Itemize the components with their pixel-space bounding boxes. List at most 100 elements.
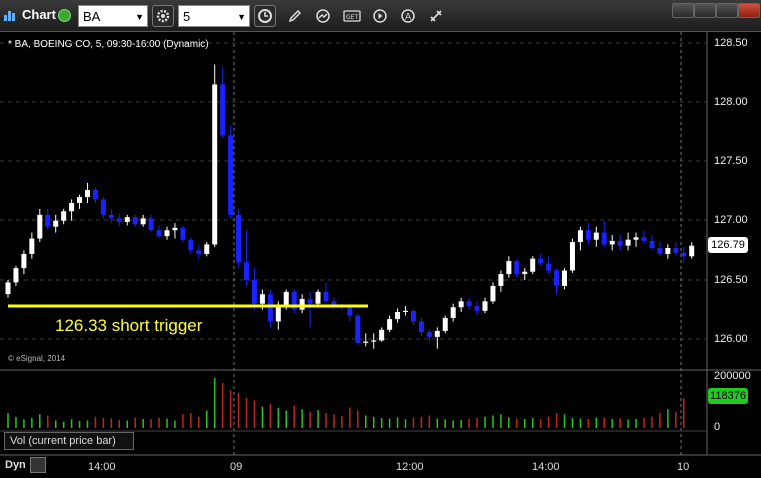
volume-tick-label: 200000: [714, 370, 751, 382]
clock-icon: [258, 9, 272, 23]
candle-body: [562, 270, 567, 286]
candle-body: [315, 291, 321, 304]
time-tick-label: 09: [230, 461, 243, 473]
candle-body: [538, 258, 544, 264]
candle-body: [196, 250, 202, 254]
copyright-label: © eSignal, 2014: [8, 354, 66, 363]
lock-icon[interactable]: [30, 457, 46, 473]
link-button[interactable]: [425, 5, 447, 27]
candle-body: [403, 310, 408, 312]
candle-body: [29, 238, 35, 254]
candle-body: [410, 310, 416, 322]
time-template-button[interactable]: [254, 5, 276, 27]
trigger-annotation: 126.33 short trigger: [55, 316, 203, 335]
chevron-down-icon[interactable]: ▼: [237, 12, 246, 22]
candle-body: [569, 242, 575, 271]
candle-body: [665, 248, 671, 254]
candle-body: [323, 291, 329, 302]
svg-text:GET: GET: [346, 14, 358, 21]
candle-body: [21, 253, 27, 269]
candle-body: [530, 258, 536, 272]
candle-body: [395, 311, 401, 320]
link-status-icon[interactable]: [58, 9, 71, 22]
close-button[interactable]: [738, 3, 760, 18]
price-tick-label: 127.00: [714, 214, 748, 226]
candle-body: [283, 291, 289, 307]
candle-body: [220, 84, 226, 136]
candle-body: [442, 317, 448, 331]
candle-body: [490, 285, 496, 302]
volume-tick-label: 0: [714, 421, 721, 433]
draw-tool-button[interactable]: [284, 5, 306, 27]
chart-app-icon: [4, 11, 15, 21]
candle-body: [546, 263, 552, 271]
candle-body: [307, 298, 313, 304]
candle-body: [363, 341, 369, 343]
candle-body: [689, 245, 695, 257]
chart-description: * BA, BOEING CO, 5, 09:30-16:00 (Dynamic…: [8, 39, 209, 50]
candle-body: [77, 197, 83, 203]
alert-icon: A: [401, 9, 415, 23]
candle-body: [172, 227, 178, 231]
candle-body: [13, 268, 19, 283]
candle-body: [522, 271, 528, 275]
replay-button[interactable]: [369, 5, 391, 27]
interval-value: 5: [183, 9, 191, 24]
candle-body: [37, 214, 43, 239]
candle-body: [426, 332, 432, 337]
restore-button[interactable]: [694, 3, 716, 18]
interval-input[interactable]: 5 ▼: [178, 5, 250, 27]
candle-body: [474, 306, 480, 311]
svg-text:A: A: [405, 13, 412, 23]
price-chart[interactable]: [0, 32, 761, 478]
last-volume-badge: 118376: [708, 388, 748, 404]
candle-body: [85, 189, 90, 198]
dynamic-mode-label[interactable]: Dyn: [5, 459, 26, 471]
alert-button[interactable]: A: [397, 5, 419, 27]
candle-body: [164, 230, 170, 237]
candle-body: [244, 262, 249, 280]
candle-body: [641, 237, 647, 241]
symbol-input[interactable]: BA ▼: [78, 5, 148, 27]
candle-body: [148, 218, 154, 231]
candle-body: [498, 274, 504, 286]
time-tick-label: 14:00: [532, 461, 560, 473]
candle-body: [5, 282, 11, 295]
candle-body: [633, 237, 639, 240]
candle-body: [450, 307, 456, 318]
candle-body: [212, 84, 218, 245]
maximize-button[interactable]: [716, 3, 738, 18]
price-tick-label: 126.00: [714, 333, 748, 345]
candle-body: [434, 330, 440, 337]
price-tick-label: 128.50: [714, 37, 748, 49]
gear-icon: [156, 9, 170, 23]
pencil-icon: [288, 9, 302, 23]
candle-body: [371, 340, 377, 342]
window-title: Chart: [22, 7, 56, 22]
quote-icon: GET: [343, 10, 361, 22]
chevron-down-icon[interactable]: ▼: [135, 12, 144, 22]
minimize-button[interactable]: [672, 3, 694, 18]
time-tick-label: 14:00: [88, 461, 116, 473]
volume-study-legend[interactable]: Vol (current price bar): [4, 432, 134, 450]
quote-button[interactable]: GET: [341, 5, 363, 27]
last-price-badge: 126.79: [708, 237, 748, 253]
candle-body: [609, 240, 615, 245]
price-tick-label: 126.50: [714, 274, 748, 286]
candle-body: [601, 232, 607, 245]
symbol-value: BA: [83, 9, 101, 24]
candle-body: [617, 240, 623, 246]
study-button[interactable]: [312, 5, 334, 27]
candle-body: [458, 301, 464, 308]
candle-body: [180, 227, 186, 240]
candle-body: [45, 214, 51, 227]
time-tick-label: 12:00: [396, 461, 424, 473]
candle-body: [379, 329, 385, 341]
symbol-lookup-button[interactable]: [152, 5, 174, 27]
candle-body: [69, 202, 75, 212]
candle-body: [108, 214, 114, 219]
candle-body: [204, 244, 210, 254]
study-icon: [316, 9, 330, 23]
candle-body: [482, 301, 488, 311]
candle-body: [259, 294, 265, 304]
